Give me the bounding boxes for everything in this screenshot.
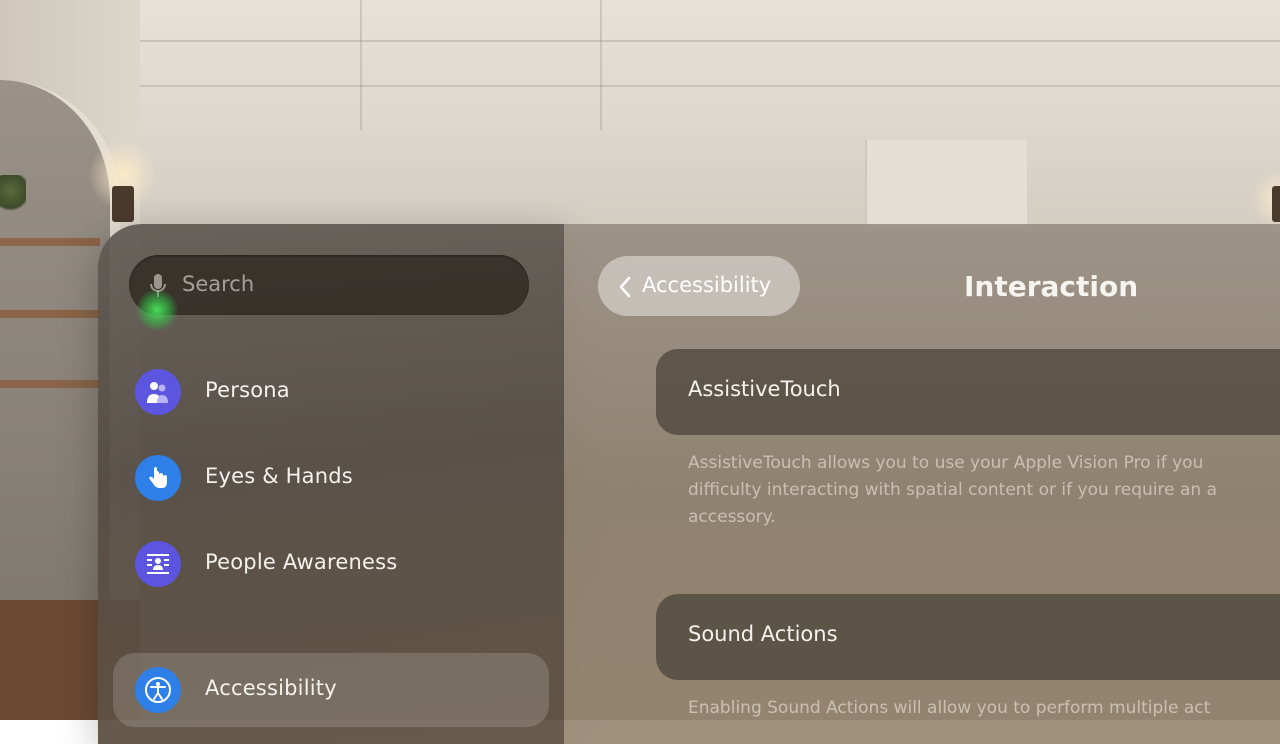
sidebar-item-label: People Awareness xyxy=(205,550,398,574)
search-placeholder: Search xyxy=(182,272,255,296)
sidebar-item-people-awareness[interactable]: People Awareness xyxy=(113,527,549,601)
doorway xyxy=(865,140,1027,230)
wall-sconce xyxy=(1272,186,1280,222)
page-title: Interaction xyxy=(964,270,1139,303)
mic-active-indicator xyxy=(136,289,178,331)
assistivetouch-description: AssistiveTouch allows you to use your Ap… xyxy=(688,453,1218,527)
sidebar-item-accessibility[interactable]: Accessibility xyxy=(113,653,549,727)
wall-shelf xyxy=(0,380,100,388)
sidebar-item-label: Persona xyxy=(205,378,290,402)
sidebar-item-label: Eyes & Hands xyxy=(205,464,353,488)
back-button[interactable]: Accessibility xyxy=(598,256,800,316)
wall-shelf xyxy=(0,238,100,246)
persona-icon xyxy=(135,369,181,415)
back-wall xyxy=(140,130,1280,230)
wall-sconce xyxy=(112,186,134,222)
row-label: Sound Actions xyxy=(688,622,838,646)
ceiling xyxy=(140,0,1280,130)
plant xyxy=(0,175,26,215)
sound-actions-description: Enabling Sound Actions will allow you to… xyxy=(688,698,1211,718)
accessibility-icon xyxy=(135,667,181,713)
sidebar-item-eyes-hands[interactable]: Eyes & Hands xyxy=(113,441,549,515)
wall-shelf xyxy=(0,310,100,318)
sound-actions-row[interactable]: Sound Actions xyxy=(656,594,1280,680)
settings-sidebar: Search Persona Eyes & Hands People Aware… xyxy=(98,224,564,744)
chevron-left-icon xyxy=(619,276,631,298)
people-awareness-icon xyxy=(135,541,181,587)
sidebar-item-label: Accessibility xyxy=(205,676,337,700)
assistivetouch-row[interactable]: AssistiveTouch xyxy=(656,349,1280,435)
search-field[interactable]: Search xyxy=(129,255,529,315)
interaction-settings-panel: Accessibility Interaction AssistiveTouch… xyxy=(564,224,1280,744)
row-label: AssistiveTouch xyxy=(688,377,841,401)
hand-pointer-icon xyxy=(135,455,181,501)
back-button-label: Accessibility xyxy=(642,273,772,297)
sidebar-item-persona[interactable]: Persona xyxy=(113,355,549,429)
